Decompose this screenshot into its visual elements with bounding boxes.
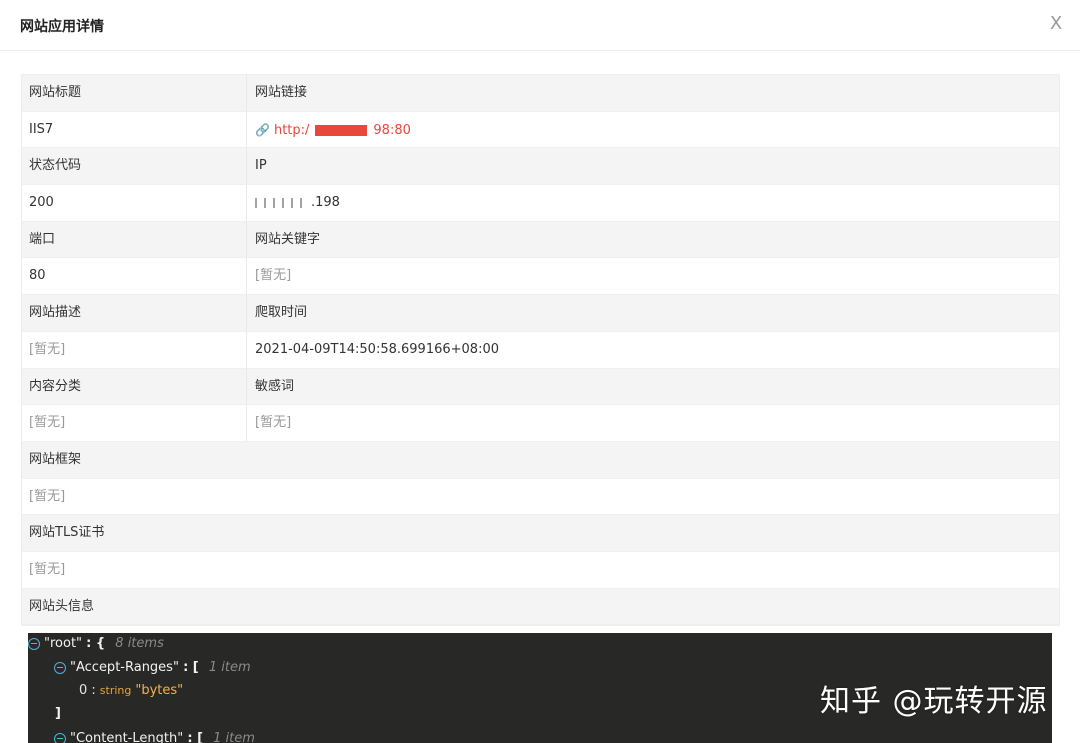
crawl-value: 2021-04-09T14:50:58.699166+08:00 [255, 341, 499, 357]
category-label: 内容分类 [22, 368, 247, 405]
link-prefix: http:/ [273, 122, 310, 138]
crawl-label: 爬取时间 [255, 305, 308, 321]
desc-label: 网站描述 [22, 295, 247, 331]
json-item-count: 8 items [115, 636, 164, 651]
close-icon[interactable]: X [1046, 14, 1066, 34]
json-string-value: "bytes" [135, 683, 184, 698]
site-link[interactable]: 🔗 http:/ 98:80 [247, 112, 1059, 148]
json-accept-close-line: ] [55, 703, 61, 725]
status-value: 200 [22, 185, 247, 221]
json-accept-line: "Accept-Ranges" : [ 1 item [54, 657, 251, 679]
json-key: "Content-Length" [70, 731, 184, 743]
table-row: 内容分类 敏感词 [22, 368, 1059, 406]
watermark-text: 知乎 @玩转开源 [820, 684, 1048, 719]
headers-label: 网站头信息 [29, 598, 95, 614]
table-row: 状态代码 IP [22, 148, 1059, 186]
sensitive-label: 敏感词 [255, 378, 295, 394]
category-value: [暂无] [22, 405, 247, 441]
table-row: 网站描述 爬取时间 [22, 295, 1059, 332]
table-row: [暂无] [22, 478, 1059, 516]
json-index: 0 : [79, 683, 96, 698]
table-row: [暂无] [22, 551, 1059, 589]
dialog-header: 网站应用详情 X [0, 0, 1080, 51]
json-type: string [99, 684, 132, 697]
table-row: 端口 网站关键字 [22, 221, 1059, 259]
json-root-line: "root" : { 8 items [28, 633, 164, 655]
collapse-toggle-icon[interactable] [54, 661, 66, 674]
status-label: 状态代码 [22, 148, 247, 185]
port-label: 端口 [22, 221, 247, 258]
dialog-title: 网站应用详情 [20, 19, 104, 35]
table-row: 80 [暂无] [22, 258, 1059, 296]
json-punct: : { [86, 636, 106, 651]
json-punct: ] [55, 706, 61, 721]
table-row: 网站框架 [22, 441, 1059, 479]
json-item-count: 1 item [208, 660, 251, 675]
redacted-mask [315, 124, 368, 136]
table-row: 网站标题 网站链接 [22, 75, 1059, 112]
table-row: 网站TLS证书 [22, 515, 1059, 552]
port-value: 80 [22, 258, 247, 295]
json-punct: : [ [187, 731, 204, 743]
json-accept-value-line: 0 : string "bytes" [79, 680, 183, 702]
json-key: "root" [44, 636, 83, 651]
json-item-count: 1 item [213, 731, 255, 743]
collapse-toggle-icon[interactable] [28, 637, 40, 650]
link-icon: 🔗 [255, 122, 270, 137]
ip-label: IP [255, 158, 267, 174]
json-punct: : [ [183, 660, 199, 675]
keywords-value: [暂无] [255, 268, 292, 284]
sensitive-value: [暂无] [255, 415, 292, 431]
ip-value: .198 [247, 185, 1059, 221]
ip-suffix: .198 [311, 195, 340, 211]
table-row: 200 .198 [22, 185, 1059, 222]
json-key: "Accept-Ranges" [70, 660, 179, 675]
title-value: IIS7 [22, 111, 247, 148]
link-label: 网站链接 [255, 85, 308, 100]
tls-value: [暂无] [29, 561, 66, 577]
title-label: 网站标题 [22, 75, 247, 111]
tls-label: 网站TLS证书 [29, 525, 105, 541]
link-suffix: 98:80 [373, 122, 411, 138]
table-row: [暂无] 2021-04-09T14:50:58.699166+08:00 [22, 331, 1059, 369]
redacted-ip-mask [255, 197, 307, 208]
table-row: [暂无] [暂无] [22, 405, 1059, 442]
json-content-line: "Content-Length" : [ 1 item [54, 728, 255, 743]
table-row: IIS7 🔗 http:/ 98:80 [22, 111, 1059, 149]
framework-label: 网站框架 [29, 451, 82, 467]
keywords-label: 网站关键字 [255, 231, 321, 247]
detail-table: 网站标题 网站链接 IIS7 🔗 http:/ 98:80 状态代码 IP 200 … [21, 74, 1060, 627]
desc-value: [暂无] [22, 331, 247, 368]
framework-value: [暂无] [29, 488, 66, 504]
collapse-toggle-icon[interactable] [54, 732, 66, 743]
table-row: 网站头信息 [22, 588, 1059, 626]
